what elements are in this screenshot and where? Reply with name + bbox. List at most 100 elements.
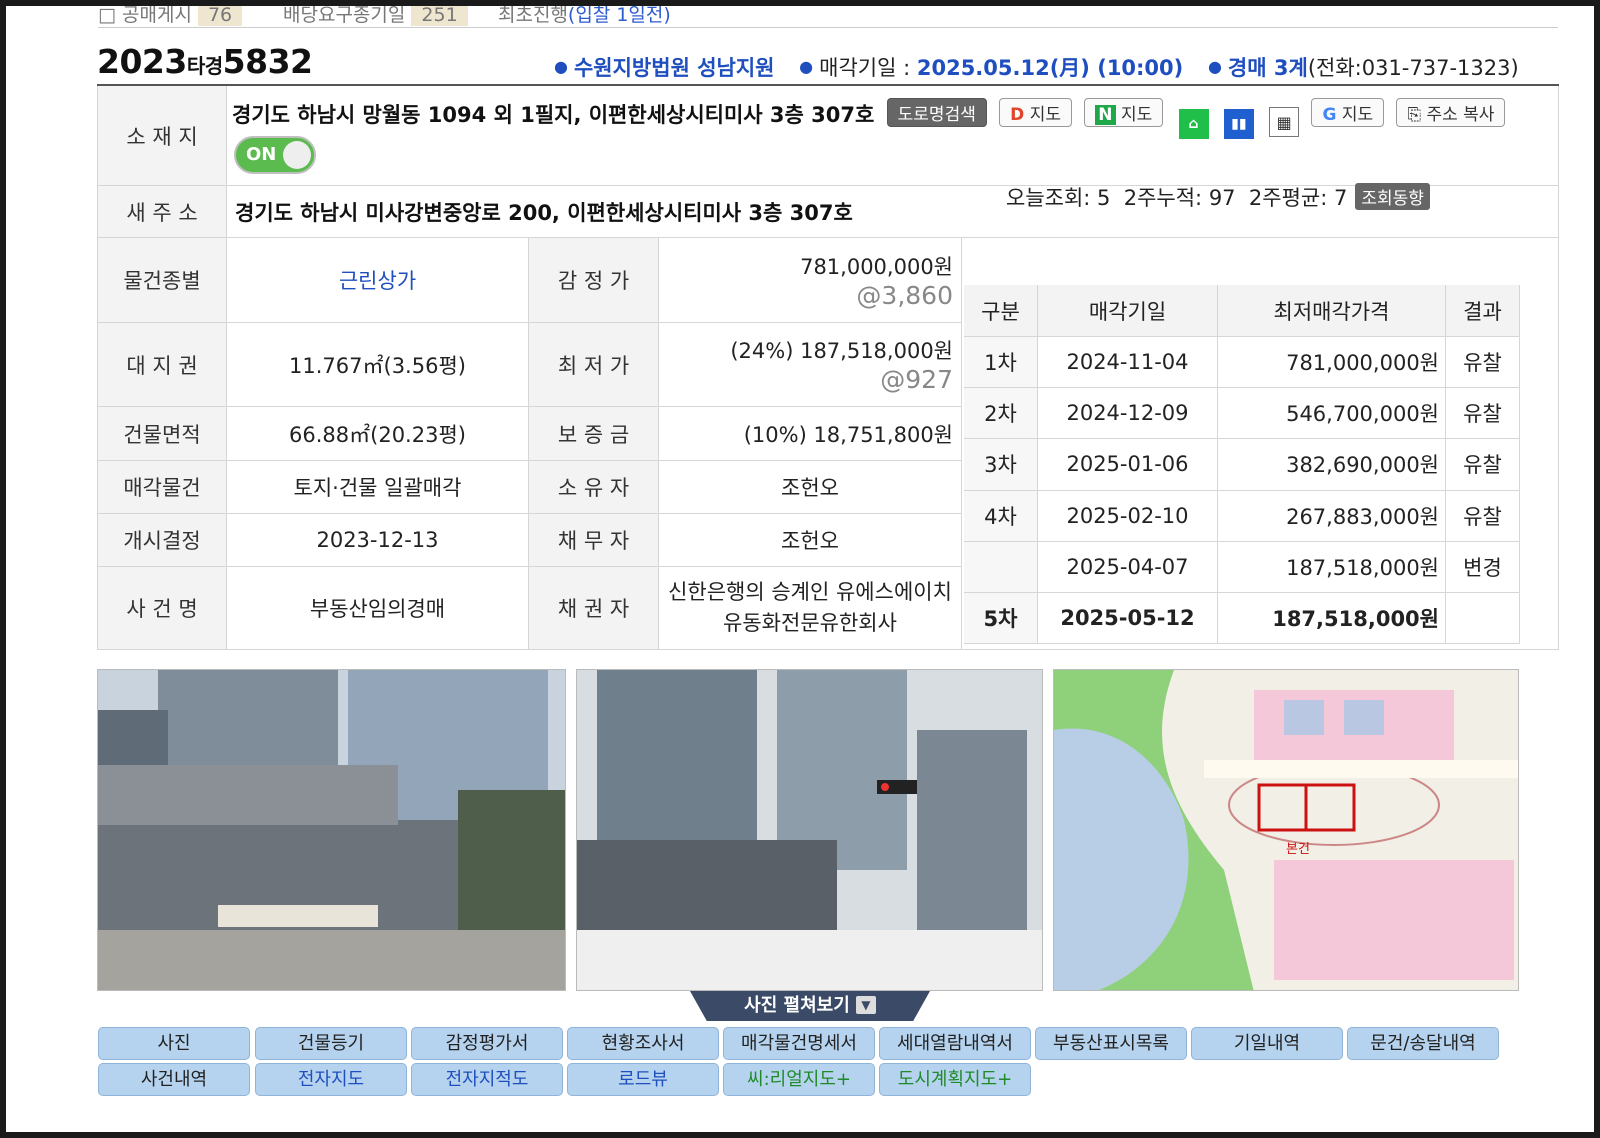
nav-sale-spec[interactable]: 매각물건명세서: [723, 1027, 875, 1060]
history-price: 267,883,000원: [1218, 490, 1446, 542]
nav-schedule[interactable]: 기일내역: [1191, 1027, 1343, 1060]
history-price: 187,518,000원: [1218, 541, 1446, 593]
start-decision-value: 2023-12-13: [227, 514, 529, 567]
nav-roadview[interactable]: 로드뷰: [567, 1063, 719, 1096]
road-name-search-button[interactable]: 도로명검색: [886, 98, 987, 127]
google-logo-icon: G: [1322, 105, 1337, 125]
history-header-1: 매각기일: [1038, 285, 1218, 337]
expand-photos-button[interactable]: 사진 펼쳐보기 ▼: [690, 991, 930, 1021]
deposit-label: 보 증 금: [529, 407, 659, 461]
property-type-label: 물건종별: [97, 238, 227, 323]
location-label: 소 재 지: [97, 86, 227, 186]
new-address-label: 새 주 소: [97, 186, 227, 238]
property-type-value[interactable]: 근린상가: [227, 238, 529, 323]
creditor-cell: 신한은행의 승계인 유에스에이치 유동화전문유한회사: [659, 567, 962, 650]
nav-appraisal[interactable]: 감정평가서: [411, 1027, 563, 1060]
bar-chart-icon[interactable]: ▮▮: [1223, 109, 1254, 139]
building-photo-1-image: [98, 670, 565, 990]
nav-survey[interactable]: 현황조사서: [567, 1027, 719, 1060]
history-result: 유찰: [1446, 388, 1520, 440]
location-toggle[interactable]: ON: [234, 136, 316, 174]
naver-logo-icon: N: [1095, 105, 1116, 125]
history-result: 유찰: [1446, 337, 1520, 389]
history-price: 382,690,000원: [1218, 439, 1446, 491]
start-decision-label: 개시결정: [97, 514, 227, 567]
debtor-value: 조헌오: [659, 514, 962, 567]
sale-date: 2025.05.12(月) (10:00): [916, 56, 1184, 80]
history-round: 5차: [964, 593, 1038, 645]
min-price-cell: (24%) 187,518,000원 @927: [659, 323, 962, 407]
map-target-label: 본건: [1286, 842, 1310, 857]
land-right-label: 대 지 권: [97, 323, 227, 407]
location-address-line: 경기도 하남시 망월동 1094 외 1필지, 이편한세상시티미사 3층 307…: [232, 98, 1506, 139]
history-round: [964, 541, 1038, 593]
history-round: 4차: [964, 490, 1038, 542]
strip-item-1[interactable]: □ 공매게시 76: [98, 6, 243, 27]
case-info-table: 소 재 지 경기도 하남시 망월동 1094 외 1필지, 이편한세상시티미사 …: [97, 84, 1559, 650]
min-price-label: 최 저 가: [529, 323, 659, 407]
daum-logo-icon: D: [1010, 105, 1025, 125]
court-dept[interactable]: 경매 3계: [1228, 56, 1308, 80]
deposit-value: (10%) 18,751,800원: [659, 407, 962, 461]
building-photo-1[interactable]: [97, 669, 566, 991]
nav-property-list[interactable]: 부동산표시목록: [1035, 1027, 1187, 1060]
nav-real-map[interactable]: 씨:리얼지도+: [723, 1063, 875, 1096]
history-result: [1446, 593, 1520, 645]
cadastral-map-image[interactable]: 본건: [1053, 669, 1519, 991]
copy-address-button[interactable]: ⎘ 주소 복사: [1396, 98, 1506, 127]
history-result: 변경: [1446, 541, 1520, 593]
naver-map-button[interactable]: N 지도: [1084, 98, 1164, 127]
auction-detail-page: □ 공매게시 76 배당요구종기일 251 최초진행(입찰 1일전) 2023타…: [6, 6, 1594, 1132]
calculator-icon[interactable]: ▦: [1269, 107, 1300, 137]
strip-item-3[interactable]: 최초진행(입찰 1일전): [498, 6, 671, 27]
creditor-line-1: 신한은행의 승계인 유에스에이치: [668, 580, 952, 604]
strip-item-2[interactable]: 배당요구종기일 251: [283, 6, 468, 27]
nav-case-history[interactable]: 사건내역: [98, 1063, 250, 1096]
min-price-value: (24%) 187,518,000원: [730, 339, 953, 363]
house-icon[interactable]: ⌂: [1178, 109, 1209, 139]
nav-photos[interactable]: 사진: [98, 1027, 250, 1060]
daum-map-button[interactable]: D 지도: [999, 98, 1072, 127]
history-date: 2025-01-06: [1038, 439, 1218, 491]
history-price: 187,518,000원: [1218, 593, 1446, 645]
case-number: 2023타경5832: [97, 42, 313, 81]
view-trend-button[interactable]: 조회동향: [1355, 183, 1430, 210]
history-date: 2025-04-07: [1038, 541, 1218, 593]
google-map-button[interactable]: G 지도: [1311, 98, 1385, 127]
history-round: 3차: [964, 439, 1038, 491]
history-date: 2024-12-09: [1038, 388, 1218, 440]
nav-e-map[interactable]: 전자지도: [255, 1063, 407, 1096]
creditor-line-2: 유동화전문유한회사: [723, 611, 897, 635]
view-stats: 오늘조회: 5 2주누적: 97 2주평균: 7 조회동향: [1006, 182, 1430, 212]
cadastral-map-svg: [1054, 670, 1518, 990]
case-name-label: 사 건 명: [97, 567, 227, 650]
appraisal-per-unit: @3,860: [856, 280, 953, 310]
owner-value: 조헌오: [659, 461, 962, 514]
history-header-2: 최저매각가격: [1218, 285, 1446, 337]
history-header-3: 결과: [1446, 285, 1520, 337]
history-date: 2025-02-10: [1038, 490, 1218, 542]
case-header-info: ● 수원지방법원 성남지원 ● 매각기일 : 2025.05.12(月) (10:0…: [554, 56, 1519, 80]
court-name[interactable]: 수원지방법원 성남지원: [574, 56, 775, 80]
nav-city-plan[interactable]: 도시계획지도+: [879, 1063, 1031, 1096]
building-photo-2[interactable]: [576, 669, 1043, 991]
appraisal-label: 감 정 가: [529, 238, 659, 323]
building-area-value: 66.88㎡(20.23평): [227, 407, 529, 461]
history-header-0: 구분: [964, 285, 1038, 337]
top-summary-strip: □ 공매게시 76 배당요구종기일 251 최초진행(입찰 1일전): [98, 6, 1558, 28]
dept-phone: (전화:031-737-1323): [1307, 56, 1519, 80]
view-stats-text: 오늘조회: 5 2주누적: 97 2주평균: 7: [1006, 186, 1348, 210]
nav-household[interactable]: 세대열람내역서: [879, 1027, 1031, 1060]
appraisal-value: 781,000,000원: [800, 254, 953, 279]
nav-documents[interactable]: 문건/송달내역: [1347, 1027, 1499, 1060]
chevron-down-icon: ▼: [855, 996, 876, 1014]
nav-e-cadastral[interactable]: 전자지적도: [411, 1063, 563, 1096]
owner-label: 소 유 자: [529, 461, 659, 514]
history-result: 유찰: [1446, 490, 1520, 542]
sale-item-label: 매각물건: [97, 461, 227, 514]
min-price-per-unit: @927: [880, 365, 953, 394]
toggle-knob: [283, 141, 311, 169]
nav-building-registry[interactable]: 건물등기: [255, 1027, 407, 1060]
creditor-label: 채 권 자: [529, 567, 659, 650]
location-address: 경기도 하남시 망월동 1094 외 1필지, 이편한세상시티미사 3층 307…: [232, 103, 875, 127]
